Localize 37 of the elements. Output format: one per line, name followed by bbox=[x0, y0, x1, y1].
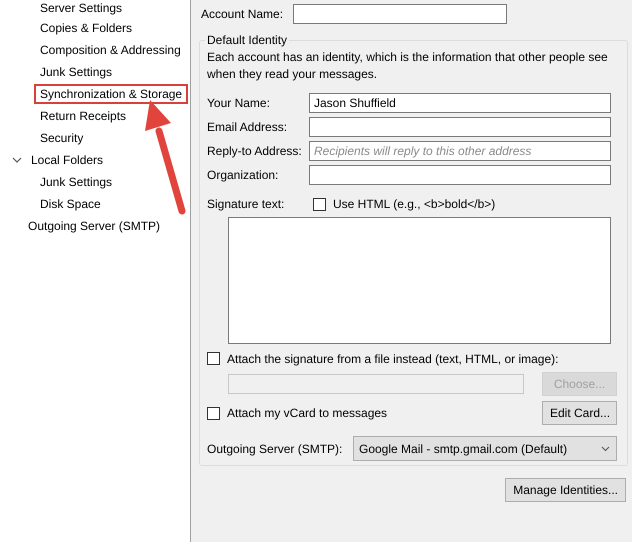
input-field[interactable] bbox=[309, 117, 611, 137]
tree-item[interactable]: Return Receipts bbox=[34, 106, 132, 126]
checkbox[interactable] bbox=[207, 406, 220, 420]
checkbox-label[interactable]: Attach the signature from a file instead (text, HTML, or image): bbox=[227, 352, 558, 366]
checkbox[interactable] bbox=[207, 352, 220, 365]
group-title: Default Identity bbox=[206, 33, 288, 47]
account-name-field[interactable] bbox=[293, 4, 508, 24]
tree-item[interactable]: Local Folders bbox=[25, 150, 110, 170]
tree-item[interactable]: Outgoing Server (SMTP) bbox=[22, 216, 166, 236]
tree-item[interactable]: Junk Settings bbox=[34, 172, 118, 192]
field-label: Outgoing Server (SMTP): bbox=[207, 442, 342, 456]
input-field[interactable] bbox=[309, 165, 611, 185]
caret-icon bbox=[601, 446, 610, 452]
checkbox-label[interactable]: Use HTML (e.g., <b>bold</b>) bbox=[333, 197, 496, 211]
field-label: Account Name: bbox=[201, 7, 284, 21]
input-field[interactable]: Recipients will reply to this other address bbox=[309, 141, 611, 161]
tree-item[interactable]: Synchronization & Storage bbox=[34, 84, 188, 104]
signature-textarea[interactable] bbox=[228, 217, 611, 344]
tree-item[interactable]: Composition & Addressing bbox=[34, 40, 187, 60]
tree-item[interactable]: Copies & Folders bbox=[34, 18, 138, 38]
field-label: Organization: bbox=[207, 168, 280, 182]
field-label: Email Address: bbox=[207, 120, 288, 134]
field-label: Your Name: bbox=[207, 96, 271, 110]
tree-item[interactable]: Disk Space bbox=[34, 194, 107, 214]
input-field[interactable]: Jason Shuffield bbox=[309, 93, 611, 113]
tree-item[interactable]: Server Settings bbox=[34, 0, 128, 18]
field-label: Reply-to Address: bbox=[207, 144, 303, 158]
tree-item[interactable]: Junk Settings bbox=[34, 62, 118, 82]
manage-identities-button[interactable]: Manage Identities... bbox=[505, 478, 626, 502]
smtp-dropdown[interactable]: Google Mail - smtp.gmail.com (Default) bbox=[353, 436, 617, 461]
chevron-down-icon[interactable] bbox=[12, 156, 22, 164]
edit-card-button[interactable]: Edit Card... bbox=[542, 401, 617, 425]
tree-item[interactable]: Security bbox=[34, 128, 90, 148]
checkbox-label[interactable]: Attach my vCard to messages bbox=[227, 406, 388, 420]
checkbox[interactable] bbox=[313, 198, 326, 210]
field-label: Signature text: bbox=[207, 197, 286, 211]
description-text: Each account has an identity, which is the information that other people see when they read your messages. bbox=[207, 49, 609, 83]
